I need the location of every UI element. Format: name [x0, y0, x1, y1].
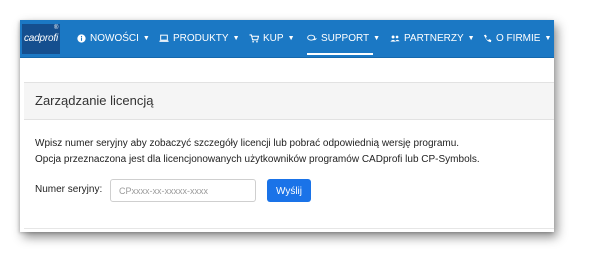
- description-line-2: Opcja przeznaczona jest dla licencjonowa…: [35, 154, 480, 165]
- description-line-1: Wpisz numer seryjny aby zobaczyć szczegó…: [35, 138, 460, 149]
- chevron-down-icon: ▼: [232, 35, 240, 42]
- nav-label: NOWOŚCI: [90, 33, 139, 44]
- content-spacer: [20, 58, 554, 82]
- panel-divider: [24, 228, 554, 229]
- phone-icon: [482, 34, 492, 44]
- chevron-down-icon: ▼: [544, 35, 552, 42]
- registered-mark: ®: [54, 25, 59, 31]
- chevron-down-icon: ▼: [287, 35, 295, 42]
- laptop-icon: [159, 34, 169, 44]
- top-navbar: cadprofi ® NOWOŚCI ▼ PRODUKTY ▼ KUP ▼ SU…: [20, 20, 554, 58]
- nav-item-produkty[interactable]: PRODUKTY ▼: [159, 20, 240, 57]
- cadprofi-logo[interactable]: cadprofi ®: [22, 24, 60, 54]
- browser-window: cadprofi ® NOWOŚCI ▼ PRODUKTY ▼ KUP ▼ SU…: [20, 20, 554, 232]
- panel-title: Zarządzanie licencją: [35, 93, 154, 108]
- nav-item-nowosci[interactable]: NOWOŚCI ▼: [76, 20, 150, 57]
- nav-label: SUPPORT: [321, 33, 370, 44]
- nav-item-partnerzy[interactable]: PARTNERZY ▼: [390, 20, 475, 57]
- nav-item-o-firmie[interactable]: O FIRMIE ▼: [482, 20, 551, 57]
- users-icon: [390, 34, 400, 44]
- info-circle-icon: [76, 34, 86, 44]
- nav-item-kup[interactable]: KUP ▼: [249, 20, 295, 57]
- panel-heading: Zarządzanie licencją: [24, 82, 554, 120]
- chevron-down-icon: ▼: [467, 35, 475, 42]
- chevron-down-icon: ▼: [373, 35, 381, 42]
- nav-label: PARTNERZY: [404, 33, 464, 44]
- logo-text: cadprofi: [24, 33, 58, 44]
- submit-button[interactable]: Wyślij: [267, 179, 311, 202]
- serial-number-label: Numer seryjny:: [35, 184, 103, 195]
- nav-label: PRODUKTY: [173, 33, 229, 44]
- cart-icon: [249, 34, 259, 44]
- serial-number-input[interactable]: [110, 179, 256, 202]
- nav-label: KUP: [263, 33, 284, 44]
- nav-item-support[interactable]: SUPPORT ▼: [307, 20, 380, 57]
- nav-label: O FIRMIE: [496, 33, 541, 44]
- chevron-down-icon: ▼: [142, 35, 150, 42]
- chat-bubbles-icon: [307, 34, 317, 44]
- active-tab-indicator: [307, 53, 373, 55]
